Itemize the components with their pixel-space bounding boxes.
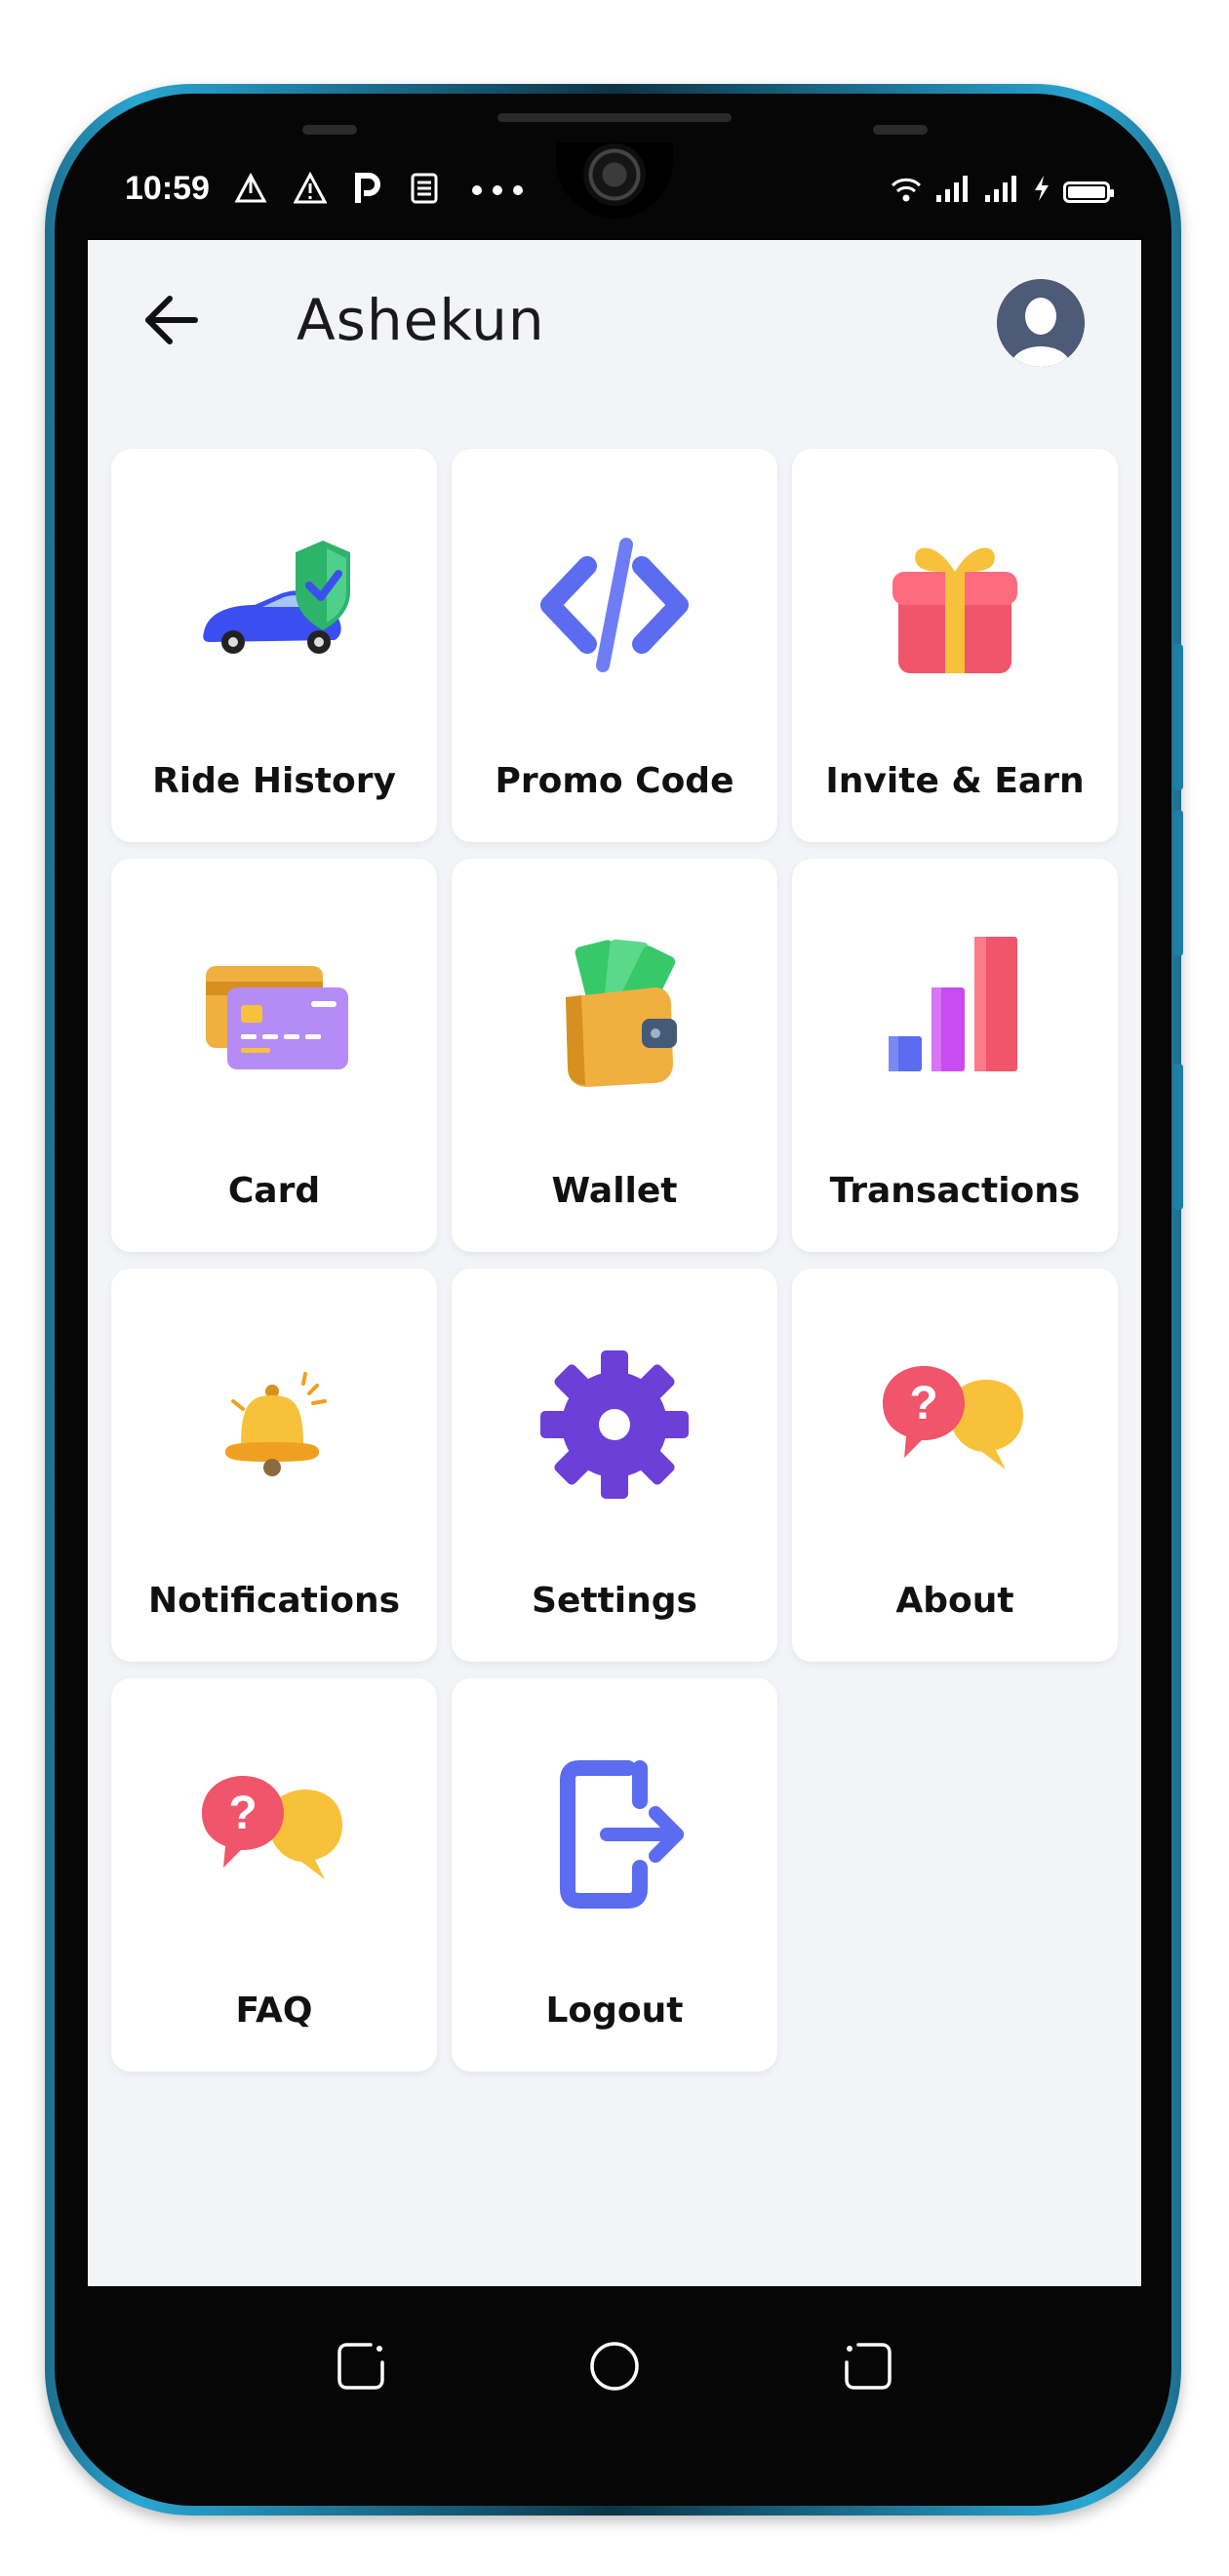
menu-tile-settings[interactable]: Settings <box>452 1268 777 1662</box>
back-icon <box>845 2343 892 2390</box>
page-title: Ashekun <box>297 287 545 353</box>
home-icon <box>590 2342 639 2391</box>
wifi-icon <box>891 178 922 202</box>
menu-tile-wallet[interactable]: Wallet <box>452 859 777 1252</box>
menu-tile-invite-earn[interactable]: Invite & Earn <box>792 449 1118 842</box>
menu-tile-label: Notifications <box>147 1581 401 1621</box>
volume-up-button <box>1173 810 1183 956</box>
gift-icon <box>892 547 1017 673</box>
svg-text:?: ? <box>909 1378 937 1429</box>
warning-icon <box>293 171 328 204</box>
menu-tile-promo-code[interactable]: Promo Code <box>452 449 777 842</box>
bell-icon <box>225 1372 327 1476</box>
menu-tile-logout[interactable]: Logout <box>452 1678 777 2072</box>
menu-tile-label: Wallet <box>551 1171 678 1211</box>
light-sensor <box>873 125 928 135</box>
volume-down-button <box>1173 1064 1183 1210</box>
status-notification-icons <box>234 171 528 214</box>
question-bubbles-icon: ? <box>883 1366 1023 1469</box>
proximity-sensor <box>302 125 357 135</box>
menu-tile-label: Ride History <box>152 761 396 801</box>
bar-chart-icon <box>889 937 1017 1071</box>
power-button <box>1173 644 1183 790</box>
app-bar: Ashekun <box>88 240 1141 396</box>
arrow-left-icon <box>145 296 198 344</box>
wallet-icon <box>566 939 677 1087</box>
earpiece-speaker <box>497 113 732 122</box>
nav-back-button[interactable] <box>841 2339 895 2394</box>
charging-icon <box>1035 176 1049 201</box>
menu-tile-about[interactable]: ? About <box>792 1268 1118 1662</box>
more-dots-icon <box>472 185 524 195</box>
menu-tile-notifications[interactable]: Notifications <box>111 1268 437 1662</box>
gear-icon <box>540 1350 689 1499</box>
signal-icon <box>936 176 968 202</box>
svg-text:?: ? <box>228 1788 257 1839</box>
menu-tile-faq[interactable]: ? FAQ <box>111 1678 437 2072</box>
menu-tile-label: Transactions <box>829 1171 1081 1211</box>
system-nav-bar <box>88 2286 1141 2462</box>
status-system-icons <box>890 174 1114 203</box>
app-screen: Ashekun Ride History Promo Code Invite &… <box>88 240 1141 2286</box>
credit-card-icon <box>206 966 348 1069</box>
question-bubbles-icon: ? <box>202 1776 342 1879</box>
status-time: 10:59 <box>125 170 210 207</box>
front-camera <box>583 143 646 206</box>
back-button[interactable] <box>137 289 205 351</box>
car-shield-icon <box>203 541 350 654</box>
menu-tile-transactions[interactable]: Transactions <box>792 859 1118 1252</box>
logout-icon <box>560 1760 684 1909</box>
menu-tile-label: Invite & Earn <box>825 761 1085 801</box>
home-button[interactable] <box>587 2339 642 2394</box>
menu-tile-card[interactable]: Card <box>111 859 437 1252</box>
menu-tile-label: About <box>895 1581 1014 1621</box>
battery-level <box>1068 186 1105 198</box>
menu-tile-label: FAQ <box>235 1991 313 2031</box>
parking-icon <box>354 173 380 203</box>
navigation-icon <box>234 172 267 203</box>
menu-tile-label: Logout <box>545 1991 684 2031</box>
menu-tile-ride-history[interactable]: Ride History <box>111 449 437 842</box>
signal-icon <box>985 176 1016 202</box>
battery-icon <box>1063 181 1114 203</box>
recent-apps-button[interactable] <box>334 2339 388 2394</box>
menu-grid: Ride History Promo Code Invite & Earn Ca… <box>111 449 1135 2072</box>
code-icon <box>540 538 689 672</box>
menu-tile-label: Settings <box>532 1581 697 1621</box>
user-avatar-icon <box>997 279 1085 367</box>
menu-tile-label: Promo Code <box>495 761 734 801</box>
recent-apps-icon <box>337 2343 384 2390</box>
avatar[interactable] <box>997 279 1085 367</box>
menu-tile-label: Card <box>227 1171 321 1211</box>
news-icon <box>411 173 438 204</box>
